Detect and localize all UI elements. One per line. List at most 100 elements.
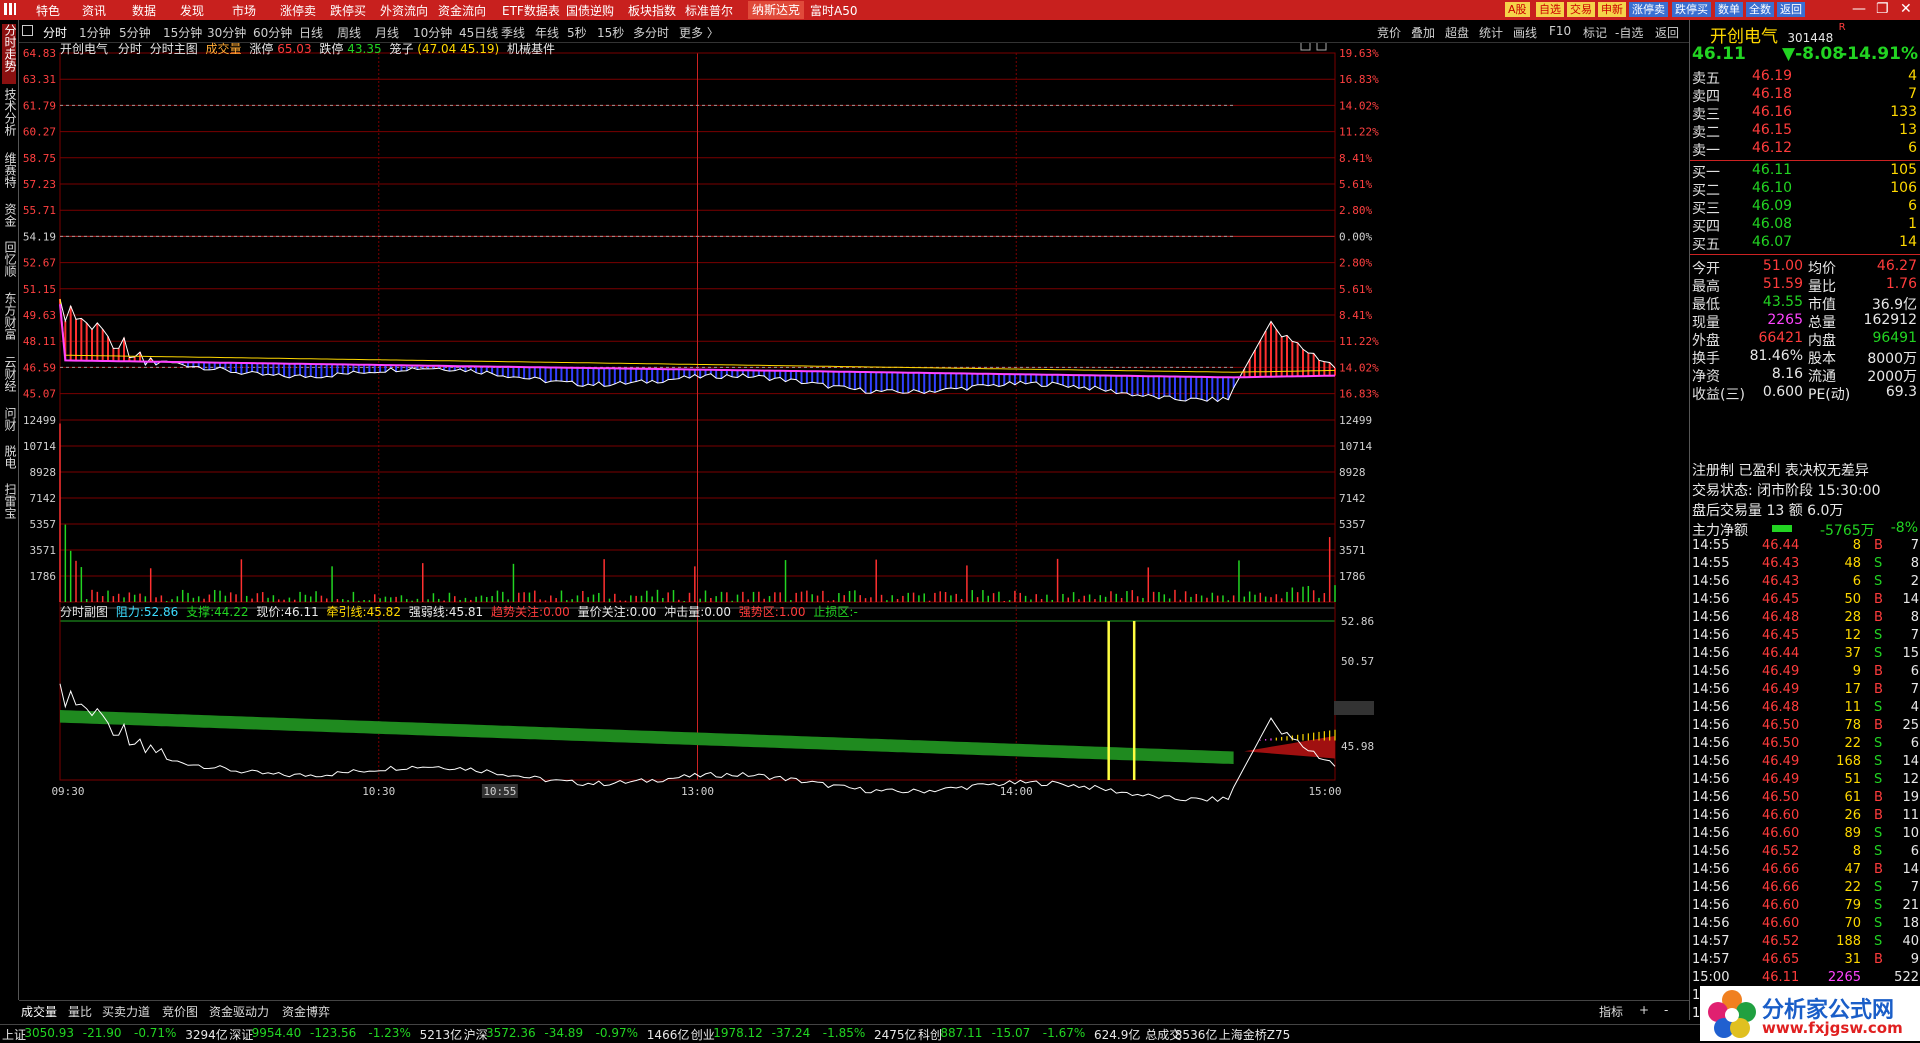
tick-row[interactable]: 14:56 46.50 61 B 19	[1690, 790, 1920, 808]
menu-item[interactable]: 涨停卖	[280, 2, 316, 19]
tick-row[interactable]: 14:56 46.49 17 B 7	[1690, 682, 1920, 700]
bid-row[interactable]: 买二 46.10 106	[1690, 180, 1920, 199]
menu-item[interactable]: 资金流向	[438, 2, 486, 19]
period-tab[interactable]: 多分时	[633, 24, 669, 41]
period-tab[interactable]: 5分钟	[119, 24, 151, 41]
tick-row[interactable]: 14:56 46.50 22 S 6	[1690, 736, 1920, 754]
indicator-control[interactable]: +	[1639, 1003, 1649, 1017]
period-tab[interactable]: 30分钟	[207, 24, 246, 41]
menu-item[interactable]: 跌停买	[330, 2, 366, 19]
tick-row[interactable]: 14:56 46.66 22 S 7	[1690, 880, 1920, 898]
quick-button[interactable]: 自选	[1536, 2, 1564, 17]
close-icon[interactable]: ✕	[1900, 1, 1912, 17]
tool-button[interactable]: 返回	[1655, 24, 1679, 41]
menu-item[interactable]: 国债逆购	[566, 2, 614, 19]
tick-row[interactable]: 14:56 46.66 47 B 14	[1690, 862, 1920, 880]
tick-row[interactable]: 14:56 46.44 37 S 15	[1690, 646, 1920, 664]
side-tab[interactable]: 维赛特	[2, 152, 17, 199]
side-tab[interactable]: 脱电	[2, 445, 17, 479]
menu-item[interactable]: 纳斯达克	[748, 1, 805, 19]
indicator-control[interactable]: -	[1664, 1003, 1668, 1017]
side-tab[interactable]: 回忆顺	[2, 241, 17, 288]
ask-row[interactable]: 卖一 46.12 6	[1690, 140, 1920, 159]
period-tab[interactable]: 更多 〉	[679, 24, 719, 41]
ask-row[interactable]: 卖五 46.19 4	[1690, 68, 1920, 87]
period-tab[interactable]: 月线	[375, 24, 399, 41]
period-tab[interactable]: 日线	[299, 24, 323, 41]
quick-button[interactable]: 数单	[1715, 2, 1743, 17]
tick-row[interactable]: 14:56 46.52 8 S 6	[1690, 844, 1920, 862]
period-tab[interactable]: 60分钟	[253, 24, 292, 41]
menu-item[interactable]: 板块指数	[628, 2, 676, 19]
period-tab[interactable]: 周线	[337, 24, 361, 41]
side-tab[interactable]: 东方财富	[2, 292, 17, 352]
maximize-chart-icon[interactable]	[1316, 43, 1327, 51]
side-tab[interactable]: 分时走势	[2, 24, 17, 84]
restore-icon[interactable]: ❐	[1876, 1, 1889, 17]
tick-row[interactable]: 14:57 46.52 188 S 40	[1690, 934, 1920, 952]
period-tab[interactable]: 5秒	[567, 24, 587, 41]
menu-item[interactable]: 资讯	[82, 2, 106, 19]
menu-item[interactable]: 数据	[132, 2, 156, 19]
menu-item[interactable]: 外资流向	[380, 2, 428, 19]
tick-row[interactable]: 14:56 46.49 168 S 14	[1690, 754, 1920, 772]
tool-button[interactable]: 标记	[1583, 24, 1607, 41]
tool-button[interactable]: 叠加	[1411, 24, 1435, 41]
period-tab[interactable]: 15分钟	[163, 24, 202, 41]
grid-menu-icon[interactable]	[4, 3, 16, 15]
add-window-icon[interactable]	[1300, 43, 1311, 51]
period-tab[interactable]: 分时	[43, 24, 67, 41]
period-tab[interactable]: 10分钟	[413, 24, 452, 41]
quick-button[interactable]: 涨停卖	[1629, 2, 1668, 17]
menu-item[interactable]: 市场	[232, 2, 256, 19]
tool-button[interactable]: 超盘	[1445, 24, 1469, 41]
tick-row[interactable]: 14:56 46.49 51 S 12	[1690, 772, 1920, 790]
ask-row[interactable]: 卖二 46.15 13	[1690, 122, 1920, 141]
indicator-tab[interactable]: 成交量	[21, 1003, 57, 1020]
bid-row[interactable]: 买三 46.09 6	[1690, 198, 1920, 217]
indicator-tab[interactable]: 竞价图	[162, 1003, 198, 1020]
tick-row[interactable]: 14:56 46.60 89 S 10	[1690, 826, 1920, 844]
side-tab[interactable]: 资金	[2, 203, 17, 237]
tick-row[interactable]: 14:56 46.50 78 B 25	[1690, 718, 1920, 736]
period-tab[interactable]: 年线	[535, 24, 559, 41]
tool-button[interactable]: 竞价	[1377, 24, 1401, 41]
view-mode-1[interactable]: 分时	[118, 42, 142, 56]
view-mode-2[interactable]: 分时主图	[150, 42, 198, 56]
indicator-tab[interactable]: 买卖力道	[102, 1003, 150, 1020]
ask-row[interactable]: 卖三 46.16 133	[1690, 104, 1920, 123]
tool-button[interactable]: 统计	[1479, 24, 1503, 41]
menu-item[interactable]: 标准普尔	[685, 2, 733, 19]
side-tab[interactable]: 技术分析	[2, 88, 17, 148]
tick-row[interactable]: 14:56 46.60 79 S 21	[1690, 898, 1920, 916]
bid-row[interactable]: 买四 46.08 1	[1690, 216, 1920, 235]
intraday-chart[interactable]: 64.83 63.31 61.79 60.27 58.75 57.23 55.71 54.19…	[19, 43, 1689, 1000]
period-tab[interactable]: 15秒	[597, 24, 624, 41]
bid-row[interactable]: 买五 46.07 14	[1690, 234, 1920, 253]
menu-item[interactable]: 发现	[180, 2, 204, 19]
ask-row[interactable]: 卖四 46.18 7	[1690, 86, 1920, 105]
indicator-tab[interactable]: 资金博弈	[282, 1003, 330, 1020]
minimize-icon[interactable]: —	[1852, 1, 1866, 17]
quick-button[interactable]: A股	[1505, 2, 1530, 17]
tick-row[interactable]: 14:56 46.43 6 S 2	[1690, 574, 1920, 592]
tool-button[interactable]: 画线	[1513, 24, 1537, 41]
menu-item[interactable]: 特色	[36, 2, 60, 19]
tick-row[interactable]: 14:56 46.45 50 B 14	[1690, 592, 1920, 610]
indicator-tab[interactable]: 量比	[68, 1003, 92, 1020]
quick-button[interactable]: 交易	[1567, 2, 1595, 17]
tick-row[interactable]: 14:56 46.60 70 S 18	[1690, 916, 1920, 934]
tick-row[interactable]: 14:55 46.44 8 B 7	[1690, 538, 1920, 556]
side-tab[interactable]: 云财经	[2, 356, 17, 403]
side-tab[interactable]: 扫雷宝	[2, 483, 17, 530]
period-tab[interactable]: 1分钟	[79, 24, 111, 41]
menu-item[interactable]: 富时A50	[810, 2, 857, 19]
side-tab[interactable]: 问财	[2, 407, 17, 441]
tick-row[interactable]: 14:56 46.48 28 B 8	[1690, 610, 1920, 628]
period-tab[interactable]: 季线	[501, 24, 525, 41]
quick-button[interactable]: 返回	[1777, 2, 1805, 17]
quick-button[interactable]: 申新	[1598, 2, 1626, 17]
tick-row[interactable]: 14:55 46.43 48 S 8	[1690, 556, 1920, 574]
period-tab[interactable]: 45日线	[459, 24, 498, 41]
chart-area[interactable]: 64.83 63.31 61.79 60.27 58.75 57.23 55.71 54.19…	[19, 42, 1689, 1000]
